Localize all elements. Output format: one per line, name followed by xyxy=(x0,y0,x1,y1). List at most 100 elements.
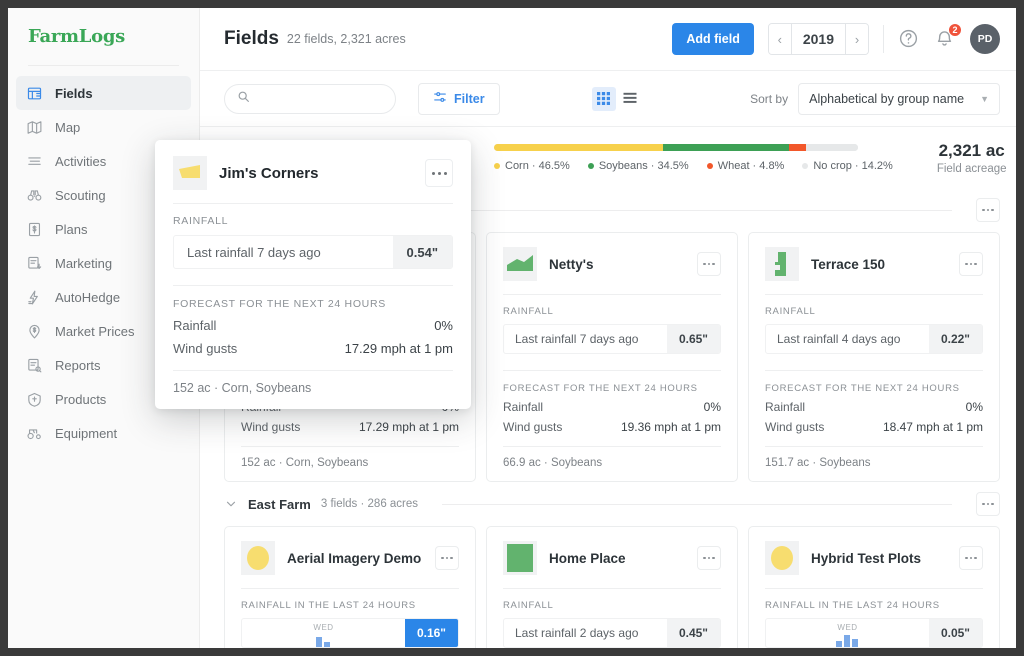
field-card-footer: 151.7 ac · Soybeans xyxy=(765,446,983,469)
legend-label: Soybeans · 34.5% xyxy=(598,159,689,172)
more-options-icon[interactable] xyxy=(697,546,721,570)
search-box[interactable] xyxy=(224,83,396,114)
field-card[interactable]: Hybrid Test Plots RAINFALL IN THE LAST 24… xyxy=(748,526,1000,648)
forecast-key: Rainfall xyxy=(765,400,806,414)
forecast-key: Wind gusts xyxy=(241,420,301,434)
year-value[interactable]: 2019 xyxy=(790,24,846,54)
app-logo[interactable]: FarmLogs xyxy=(8,8,199,47)
grid-view-icon[interactable] xyxy=(591,86,616,111)
field-card[interactable]: Terrace 150 RAINFALL Last rainfall 4 days … xyxy=(748,232,1000,482)
field-thumbnail xyxy=(765,541,799,575)
field-thumbnail xyxy=(765,247,799,281)
rainfall-value: 0.65" xyxy=(666,325,720,353)
card-divider xyxy=(503,588,721,589)
sidebar-item-map[interactable]: Map xyxy=(16,110,191,144)
field-thumbnail xyxy=(503,541,537,575)
sidebar-item-equipment[interactable]: Equipment xyxy=(16,416,191,450)
group-more-options-icon[interactable] xyxy=(976,198,1000,222)
group-header: East Farm 3 fields · 286 acres xyxy=(200,482,1016,526)
field-card[interactable]: Aerial Imagery Demo RAINFALL IN THE LAST … xyxy=(224,526,476,648)
popup-rainfall-text: Last rainfall 7 days ago xyxy=(187,244,321,260)
field-card-header: Netty's xyxy=(503,247,721,281)
sidebar-item-label: Products xyxy=(55,391,107,407)
reports-icon xyxy=(26,357,43,374)
rainfall-label: RAINFALL xyxy=(503,600,554,611)
marketing-icon xyxy=(26,255,43,272)
group-divider xyxy=(442,503,952,505)
autohedge-icon xyxy=(26,289,43,306)
more-options-icon[interactable] xyxy=(959,252,983,276)
more-options-icon[interactable] xyxy=(959,546,983,570)
avatar[interactable]: PD xyxy=(970,24,1000,54)
sidebar-item-label: Map xyxy=(55,119,81,135)
field-card[interactable]: Home Place RAINFALL Last rainfall 2 days a… xyxy=(486,526,738,648)
forecast-row: Wind gusts 18.47 mph at 1 pm xyxy=(765,420,983,434)
field-card-header: Aerial Imagery Demo xyxy=(241,541,459,575)
plans-icon xyxy=(26,221,43,238)
page-title: Fields xyxy=(224,28,279,49)
fields-icon xyxy=(26,85,43,102)
market-prices-icon xyxy=(26,323,43,340)
popup-divider-2 xyxy=(173,285,453,286)
field-thumbnail xyxy=(503,247,537,281)
crop-distribution-bar xyxy=(494,143,858,151)
more-options-icon[interactable] xyxy=(435,546,459,570)
forecast-value: 0% xyxy=(703,400,721,414)
sidebar-item-fields[interactable]: Fields xyxy=(16,76,191,110)
field-card-header: Terrace 150 xyxy=(765,247,983,281)
more-options-icon[interactable] xyxy=(425,159,453,187)
field-name: Netty's xyxy=(549,256,594,272)
forecast-key: Wind gusts xyxy=(765,420,825,434)
popup-header: Jim's Corners xyxy=(173,156,453,190)
field-card[interactable]: Netty's RAINFALL Last rainfall 7 days ago 0… xyxy=(486,232,738,482)
popup-rainfall-label: RAINFALL xyxy=(173,215,229,227)
page-subtitle: 22 fields, 2,321 acres xyxy=(286,32,406,46)
map-icon xyxy=(26,119,43,136)
rainfall-row: WED 0.05" xyxy=(765,618,983,648)
more-options-icon[interactable] xyxy=(697,252,721,276)
popup-forecast-wind-value: 17.29 mph at 1 pm xyxy=(344,341,453,356)
group-more-options-icon[interactable] xyxy=(976,492,1000,516)
notification-bell-icon[interactable]: 2 xyxy=(934,23,962,50)
sort-select[interactable]: Alphabetical by group name ▼ xyxy=(798,82,1000,115)
filter-sliders-icon xyxy=(433,90,447,107)
legend-color-dot xyxy=(802,162,809,169)
popup-rainfall-value: 0.54" xyxy=(392,236,452,268)
crop-legend: Corn · 46.5% Soybeans · 34.5% Wheat · 4.8%… xyxy=(494,160,893,172)
popup-divider xyxy=(173,203,453,204)
crop-bar-segment xyxy=(788,143,807,151)
sidebar-item-label: Plans xyxy=(55,221,88,237)
forecast-value: 17.29 mph at 1 pm xyxy=(358,420,459,434)
search-input[interactable] xyxy=(258,91,378,106)
list-view-icon[interactable] xyxy=(618,87,642,111)
products-icon xyxy=(26,391,43,408)
acreage-value: 2,321 ac xyxy=(938,140,1005,160)
rainfall-value: 0.16" xyxy=(404,619,458,647)
chevron-down-icon: ▼ xyxy=(980,93,989,104)
legend-label: No crop · 14.2% xyxy=(813,159,893,172)
forecast-key: Wind gusts xyxy=(503,420,563,434)
legend-color-dot xyxy=(706,162,713,169)
rainfall-chart: WED xyxy=(766,619,929,647)
popup-forecast-rainfall: Rainfall 0% xyxy=(173,318,453,333)
chevron-down-icon[interactable] xyxy=(224,497,238,511)
chart-bars xyxy=(766,631,929,647)
crop-legend-item: Wheat · 4.8% xyxy=(706,160,784,172)
sort-controls: Sort by Alphabetical by group name ▼ xyxy=(750,82,1000,115)
rainfall-value: 0.45" xyxy=(666,619,720,647)
popup-field-name: Jim's Corners xyxy=(219,164,319,182)
year-next-button[interactable]: › xyxy=(846,24,868,54)
year-prev-button[interactable]: ‹ xyxy=(768,24,791,54)
rainfall-value: 0.05" xyxy=(928,619,982,647)
filter-button[interactable]: Filter xyxy=(418,82,500,115)
rainfall-row: Last rainfall 2 days ago 0.45" xyxy=(503,618,721,648)
popup-rainfall-row: Last rainfall 7 days ago 0.54" xyxy=(173,235,453,269)
field-thumbnail xyxy=(173,156,207,190)
rainfall-label: RAINFALL IN THE LAST 24 HOURS xyxy=(241,600,416,611)
app-window: FarmLogs Fields Map Activities Scouting Plan… xyxy=(8,8,1016,648)
add-field-button[interactable]: Add field xyxy=(672,23,754,55)
card-divider-2 xyxy=(765,370,983,371)
popup-footer: 152 ac · Corn, Soybeans xyxy=(173,370,453,395)
help-circle-icon[interactable] xyxy=(898,28,920,50)
rainfall-row: Last rainfall 7 days ago 0.65" xyxy=(503,324,721,354)
